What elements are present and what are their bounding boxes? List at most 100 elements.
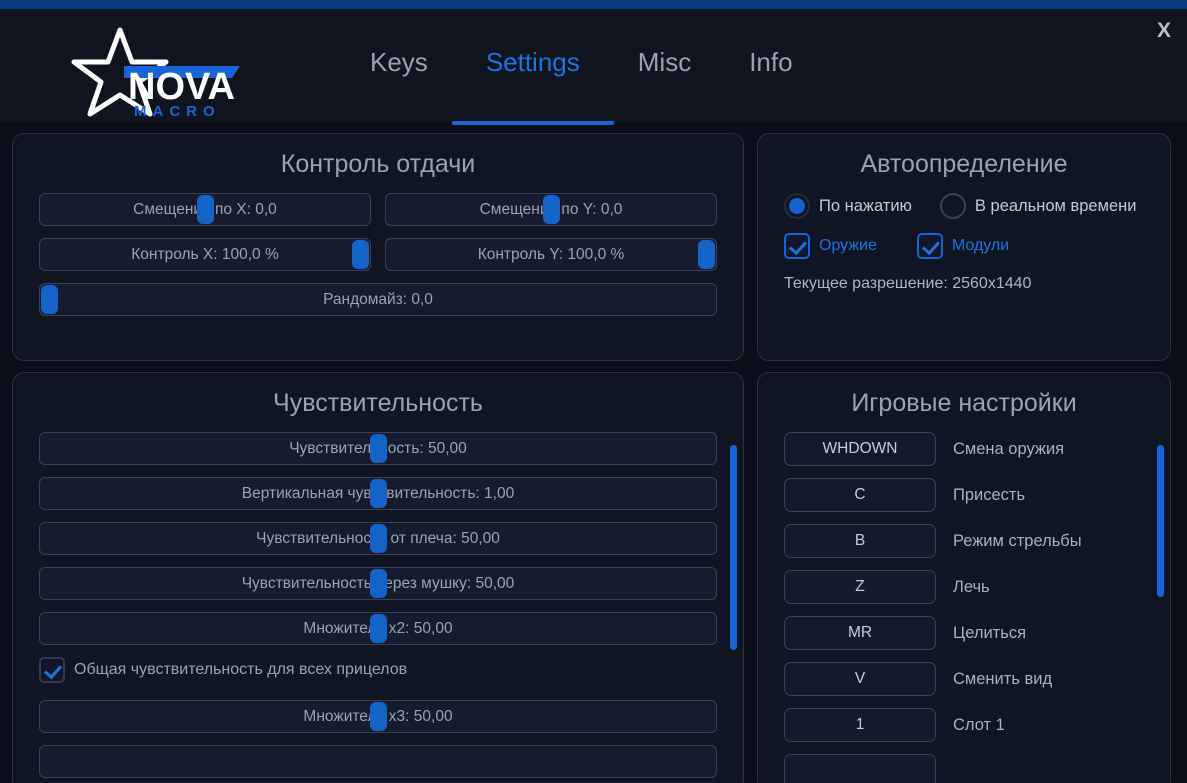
sensitivity-panel: Чувствительность Чувствительность: 50,00…	[12, 372, 744, 783]
main-tabs: Keys Settings Misc Info	[370, 39, 793, 131]
settings-content: Контроль отдачи Смещение по X: 0,0 Смеще…	[0, 122, 1187, 783]
keybind-button[interactable]: WHDOWN	[784, 432, 936, 466]
slider-label: Контроль Y: 100,0 %	[477, 245, 625, 263]
slider-partially-visible[interactable]	[39, 745, 717, 778]
checkmark-icon	[916, 233, 943, 259]
slider-randomize[interactable]: Рандомайз: 0,0	[39, 283, 717, 316]
table-row: Z Лечь	[784, 570, 1148, 604]
table-row: B Режим стрельбы	[784, 524, 1148, 558]
sensitivity-slider-list: Чувствительность: 50,00 Вертикальная чув…	[13, 432, 743, 645]
slider-handle[interactable]	[369, 702, 387, 731]
recoil-panel-title: Контроль отдачи	[280, 150, 476, 178]
keybind-action-label: Режим стрельбы	[953, 531, 1082, 550]
radio-on-press-label: По нажатию	[819, 196, 912, 215]
slider-offset-x[interactable]: Смещение по X: 0,0	[39, 193, 371, 226]
slider-ironsight-sensitivity[interactable]: Чувствительность через мушку: 50,00	[39, 567, 717, 600]
slider-handle[interactable]	[41, 285, 58, 314]
recoil-offset-row: Смещение по X: 0,0 Смещение по Y: 0,0	[13, 193, 743, 226]
autodetect-options: По нажатию В реальном времени Оружие Мод…	[758, 193, 1170, 293]
window-titlebar	[0, 0, 1187, 9]
radio-dot-icon	[939, 193, 966, 219]
table-row: V Сменить вид	[784, 662, 1148, 696]
keybind-action-label: Слот 1	[953, 715, 1005, 734]
checkbox-shared-sensitivity[interactable]: Общая чувствительность для всех прицелов	[39, 657, 407, 683]
radio-realtime-label: В реальном времени	[974, 196, 1137, 215]
slider-handle[interactable]	[369, 569, 387, 598]
radio-realtime[interactable]: В реальном времени	[939, 193, 1137, 219]
star-icon: NOVA MACRO	[71, 27, 240, 118]
slider-handle[interactable]	[542, 195, 560, 224]
close-button[interactable]: X	[1151, 17, 1177, 43]
slider-control-x[interactable]: Контроль X: 100,0 %	[39, 238, 371, 271]
checkbox-modules[interactable]: Модули	[916, 233, 1010, 259]
game-settings-scrollbar-thumb[interactable]	[1157, 445, 1164, 597]
checkbox-weapons-label: Оружие	[819, 237, 877, 254]
recoil-randomize-row: Рандомайз: 0,0	[13, 283, 743, 316]
autodetect-targets-row: Оружие Модули	[784, 233, 1144, 259]
shared-sensitivity-row: Общая чувствительность для всех прицелов	[13, 657, 743, 688]
slider-handle[interactable]	[196, 195, 214, 224]
slider-vertical-sensitivity[interactable]: Вертикальная чувствительность: 1,00	[39, 477, 717, 510]
slider-handle[interactable]	[369, 479, 387, 508]
keybind-button[interactable]: B	[784, 524, 936, 558]
autodetect-panel-title: Автоопределение	[860, 150, 1068, 178]
keybind-button[interactable]: 1	[784, 708, 936, 742]
slider-handle[interactable]	[369, 434, 387, 463]
keybinding-list: WHDOWN Смена оружия C Присесть B Режим с…	[758, 432, 1170, 783]
svg-text:NOVA: NOVA	[128, 66, 235, 108]
sensitivity-scrollbar-thumb[interactable]	[730, 445, 737, 650]
checkbox-weapons[interactable]: Оружие	[784, 233, 877, 259]
game-settings-panel: Игровые настройки WHDOWN Смена оружия C …	[757, 372, 1171, 783]
slider-handle[interactable]	[369, 614, 387, 643]
tab-misc-label: Misc	[637, 47, 692, 77]
slider-multiplier-x2[interactable]: Множитель x2: 50,00	[39, 612, 717, 645]
keybind-button[interactable]: C	[784, 478, 936, 512]
app-logo: NOVA MACRO	[62, 26, 252, 118]
keybind-action-label: Смена оружия	[953, 439, 1065, 458]
checkbox-shared-sensitivity-label: Общая чувствительность для всех прицелов	[74, 661, 408, 678]
keybind-action-label: Целиться	[953, 623, 1027, 642]
table-row: WHDOWN Смена оружия	[784, 432, 1148, 466]
svg-text:MACRO: MACRO	[134, 103, 221, 118]
radio-dot-icon	[784, 193, 810, 219]
tab-misc[interactable]: Misc	[638, 39, 691, 78]
app-window: X NOVA MACRO Keys Settings Misc Info Кон…	[0, 0, 1187, 783]
tab-settings[interactable]: Settings	[451, 39, 614, 125]
tab-keys-label: Keys	[370, 47, 428, 77]
autodetect-mode-row: По нажатию В реальном времени	[784, 193, 1144, 219]
slider-control-y[interactable]: Контроль Y: 100,0 %	[385, 238, 717, 271]
slider-handle[interactable]	[369, 524, 387, 553]
checkbox-modules-label: Модули	[951, 237, 1010, 254]
tab-info-label: Info	[749, 47, 793, 77]
keybind-button[interactable]: Z	[784, 570, 936, 604]
autodetect-panel: Автоопределение По нажатию В реальном вр…	[757, 133, 1171, 361]
slider-sensitivity[interactable]: Чувствительность: 50,00	[39, 432, 717, 465]
keybind-button[interactable]: MR	[784, 616, 936, 650]
app-header: X NOVA MACRO Keys Settings Misc Info	[0, 9, 1187, 125]
table-row: C Присесть	[784, 478, 1148, 512]
radio-on-press[interactable]: По нажатию	[784, 193, 912, 219]
current-resolution-text: Текущее разрешение: 2560x1440	[784, 275, 1032, 292]
slider-label: Контроль X: 100,0 %	[131, 245, 279, 263]
table-row: MR Целиться	[784, 616, 1148, 650]
keybind-button[interactable]: V	[784, 662, 936, 696]
slider-handle[interactable]	[698, 240, 715, 269]
slider-label: Рандомайз: 0,0	[323, 290, 433, 308]
checkmark-icon	[784, 233, 810, 259]
keybind-action-label: Лечь	[953, 577, 990, 596]
tab-info[interactable]: Info	[749, 39, 792, 78]
tab-keys[interactable]: Keys	[370, 39, 428, 78]
slider-handle[interactable]	[352, 240, 369, 269]
table-row	[784, 754, 1148, 783]
sensitivity-panel-title: Чувствительность	[273, 389, 483, 417]
table-row: 1 Слот 1	[784, 708, 1148, 742]
keybind-action-label: Сменить вид	[953, 669, 1053, 688]
recoil-control-row: Контроль X: 100,0 % Контроль Y: 100,0 %	[13, 238, 743, 271]
game-panel-title: Игровые настройки	[851, 389, 1077, 417]
slider-offset-y[interactable]: Смещение по Y: 0,0	[385, 193, 717, 226]
tab-settings-label: Settings	[485, 47, 580, 77]
keybind-button-partial[interactable]	[784, 754, 936, 783]
slider-multiplier-x3[interactable]: Множитель x3: 50,00	[39, 700, 717, 733]
slider-hipfire-sensitivity[interactable]: Чувствительность от плеча: 50,00	[39, 522, 717, 555]
recoil-control-panel: Контроль отдачи Смещение по X: 0,0 Смеще…	[12, 133, 744, 361]
